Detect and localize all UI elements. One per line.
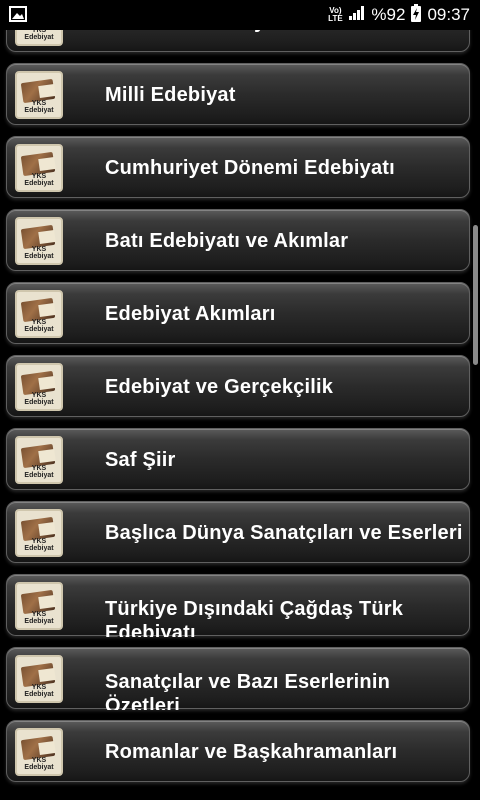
list-item[interactable]: YKS Edebiyat Fecr-i Ati Edebiyatı bbox=[6, 30, 470, 52]
list-item[interactable]: YKS Edebiyat Başlıca Dünya Sanatçıları ve… bbox=[6, 501, 470, 563]
book-icon: YKS Edebiyat bbox=[15, 728, 63, 776]
icon-caption: YKS Edebiyat bbox=[24, 319, 54, 333]
list-item-title: Batı Edebiyatı ve Akımlar bbox=[105, 229, 349, 252]
list-item[interactable]: YKS Edebiyat Saf Şiir bbox=[6, 428, 470, 490]
signal-icon bbox=[349, 5, 365, 25]
icon-caption: YKS Edebiyat bbox=[24, 611, 54, 625]
icon-caption: YKS Edebiyat bbox=[24, 173, 54, 187]
list-item[interactable]: YKS Edebiyat Edebiyat ve Gerçekçilik bbox=[6, 355, 470, 417]
book-icon: YKS Edebiyat bbox=[15, 582, 63, 630]
book-icon: YKS Edebiyat bbox=[15, 30, 63, 46]
clock: 09:37 bbox=[427, 5, 470, 24]
status-bar: Vo) LTE %92 09:37 bbox=[0, 0, 480, 30]
list-item[interactable]: YKS Edebiyat Romanlar ve Başkahramanları bbox=[6, 720, 470, 782]
book-icon: YKS Edebiyat bbox=[15, 436, 63, 484]
list-item[interactable]: YKS Edebiyat Sanatçılar ve Bazı Eserlerin… bbox=[6, 647, 470, 710]
battery-charging-icon bbox=[411, 3, 422, 27]
topic-list[interactable]: YKS EdebiyatFecr-i Ati EdebiyatıYKS Edeb… bbox=[0, 30, 480, 800]
icon-caption: YKS Edebiyat bbox=[24, 246, 54, 260]
list-item-title: Edebiyat Akımları bbox=[105, 302, 276, 325]
list-item-title: Türkiye Dışındaki Çağdaş Türk Edebiyatı bbox=[105, 598, 404, 637]
icon-caption: YKS Edebiyat bbox=[24, 30, 54, 41]
book-icon: YKS Edebiyat bbox=[15, 509, 63, 557]
list-item-title: Cumhuriyet Dönemi Edebiyatı bbox=[105, 156, 395, 179]
icon-caption: YKS Edebiyat bbox=[24, 100, 54, 114]
book-icon: YKS Edebiyat bbox=[15, 71, 63, 119]
list-item-title: Milli Edebiyat bbox=[105, 83, 236, 106]
icon-caption: YKS Edebiyat bbox=[24, 538, 54, 552]
book-icon: YKS Edebiyat bbox=[15, 363, 63, 411]
list-item-title: Fecr-i Ati Edebiyatı bbox=[105, 30, 465, 53]
list-item-title: Romanlar ve Başkahramanları bbox=[105, 740, 398, 763]
list-item-title: Edebiyat ve Gerçekçilik bbox=[105, 375, 334, 398]
list-item-title: Saf Şiir bbox=[105, 448, 176, 471]
book-icon: YKS Edebiyat bbox=[15, 655, 63, 703]
list-item[interactable]: YKS Edebiyat Milli Edebiyat bbox=[6, 63, 470, 125]
icon-caption: YKS Edebiyat bbox=[24, 684, 54, 698]
battery-percent: %92 bbox=[371, 5, 406, 24]
list-item-title: Sanatçılar ve Bazı Eserlerinin Özetleri bbox=[105, 671, 391, 710]
volte-indicator: Vo) LTE bbox=[328, 6, 343, 23]
list-item[interactable]: YKS Edebiyat Cumhuriyet Dönemi Edebiyatı bbox=[6, 136, 470, 198]
book-icon: YKS Edebiyat bbox=[15, 290, 63, 338]
list-item[interactable]: YKS Edebiyat Edebiyat Akımları bbox=[6, 282, 470, 344]
book-icon: YKS Edebiyat bbox=[15, 217, 63, 265]
list-item[interactable]: YKS Edebiyat Batı Edebiyatı ve Akımlar bbox=[6, 209, 470, 271]
icon-caption: YKS Edebiyat bbox=[24, 392, 54, 406]
icon-caption: YKS Edebiyat bbox=[24, 757, 54, 771]
icon-caption: YKS Edebiyat bbox=[24, 465, 54, 479]
list-item[interactable]: YKS Edebiyat Türkiye Dışındaki Çağdaş Tür… bbox=[6, 574, 470, 637]
scrollbar[interactable] bbox=[473, 225, 478, 365]
list-item-title: Başlıca Dünya Sanatçıları ve Eserleri bbox=[105, 521, 463, 544]
image-notification-icon bbox=[9, 6, 27, 27]
book-icon: YKS Edebiyat bbox=[15, 144, 63, 192]
